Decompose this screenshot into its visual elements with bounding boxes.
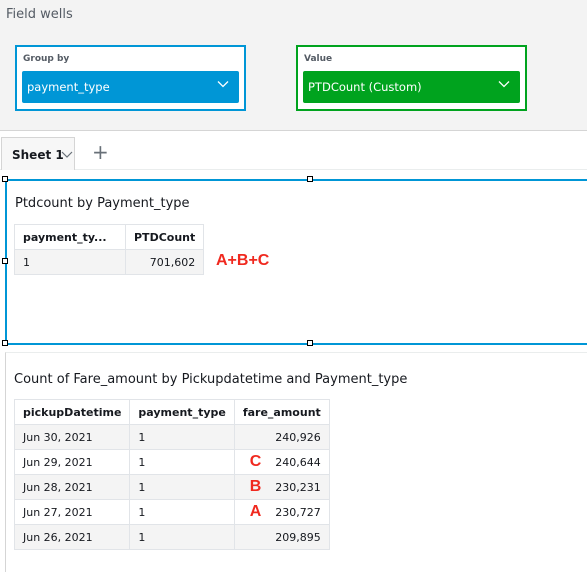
table-cell: C 240,644 xyxy=(233,449,330,475)
table-row: Jun 29, 2021 1 C 240,644 xyxy=(13,449,330,475)
cell-value: 230,231 xyxy=(275,481,321,494)
group-by-label: Group by xyxy=(23,54,70,64)
tab-sheet-1[interactable]: Sheet 1 xyxy=(1,137,75,170)
table-row: Jun 27, 2021 1 A 230,727 xyxy=(13,499,330,525)
table-cell: 1 xyxy=(129,499,235,525)
annotation-label: A+B+C xyxy=(216,252,270,269)
group-by-value: payment_type xyxy=(27,80,110,94)
chevron-down-icon xyxy=(498,81,510,88)
annotation-label: B xyxy=(249,478,262,495)
resize-handle[interactable] xyxy=(2,340,8,346)
column-header[interactable]: payment_type xyxy=(129,399,235,425)
tab-label: Sheet 1 xyxy=(12,148,64,162)
cell-value: 240,644 xyxy=(275,456,321,469)
visual-title: Ptdcount by Payment_type xyxy=(15,196,190,211)
value-label: Value xyxy=(304,54,333,64)
column-header[interactable]: pickupDatetime xyxy=(13,399,131,425)
field-wells-title: Field wells xyxy=(6,7,73,22)
resize-handle[interactable] xyxy=(2,176,8,182)
table-cell: 701,602 xyxy=(124,249,205,275)
annotation-label: A xyxy=(249,503,262,520)
table-cell: 1 xyxy=(14,249,126,275)
table-cell: Jun 26, 2021 xyxy=(13,524,131,550)
sheet-tab-bar: Sheet 1 + xyxy=(0,132,587,170)
cell-value: 240,926 xyxy=(275,431,321,444)
chevron-down-icon xyxy=(217,81,229,88)
table-cell: Jun 30, 2021 xyxy=(13,424,131,450)
resize-handle[interactable] xyxy=(307,176,313,182)
group-by-field-dropdown[interactable]: payment_type xyxy=(22,71,239,103)
value-value: PTDCount (Custom) xyxy=(308,80,422,94)
visual-ptdcount-by-payment-type[interactable]: Ptdcount by Payment_type payment_ty... PT… xyxy=(2,176,587,346)
column-header[interactable]: fare_amount xyxy=(233,399,330,425)
table-cell: 240,926 xyxy=(233,424,330,450)
table-cell: 1 xyxy=(129,424,235,450)
table-cell: Jun 29, 2021 xyxy=(13,449,131,475)
table-row: Jun 30, 2021 1 240,926 xyxy=(13,424,330,450)
column-header[interactable]: payment_ty... xyxy=(14,224,126,250)
pivot-table: payment_ty... PTDCount 1 701,602 xyxy=(14,224,205,275)
table-cell: A 230,727 xyxy=(233,499,330,525)
table-row: 1 701,602 xyxy=(14,249,205,275)
chevron-down-icon[interactable] xyxy=(61,150,73,160)
table-row: Jun 26, 2021 1 209,895 xyxy=(13,524,330,550)
visual-fare-amount-by-pickup[interactable]: Count of Fare_amount by Pickupdatetime a… xyxy=(5,352,587,572)
column-header[interactable]: PTDCount xyxy=(124,224,205,250)
data-table: pickupDatetime payment_type fare_amount Ju… xyxy=(13,399,330,550)
table-cell: 1 xyxy=(129,474,235,500)
field-wells-panel: Field wells Group by payment_type Value … xyxy=(0,0,587,131)
table-cell: Jun 28, 2021 xyxy=(13,474,131,500)
annotation-label: C xyxy=(249,453,262,470)
table-cell: 1 xyxy=(129,449,235,475)
cell-value: 230,727 xyxy=(275,506,321,519)
visual-title: Count of Fare_amount by Pickupdatetime a… xyxy=(14,372,408,387)
cell-value: 209,895 xyxy=(275,531,321,544)
add-sheet-plus-icon[interactable]: + xyxy=(92,142,109,162)
table-cell: 209,895 xyxy=(233,524,330,550)
table-row: Jun 28, 2021 1 B 230,231 xyxy=(13,474,330,500)
group-by-well: Group by payment_type xyxy=(15,45,246,111)
table-cell: Jun 27, 2021 xyxy=(13,499,131,525)
resize-handle[interactable] xyxy=(307,340,313,346)
value-well: Value PTDCount (Custom) xyxy=(296,45,527,111)
value-field-dropdown[interactable]: PTDCount (Custom) xyxy=(303,71,520,103)
table-cell: 1 xyxy=(129,524,235,550)
table-cell: B 230,231 xyxy=(233,474,330,500)
resize-handle[interactable] xyxy=(2,258,8,264)
